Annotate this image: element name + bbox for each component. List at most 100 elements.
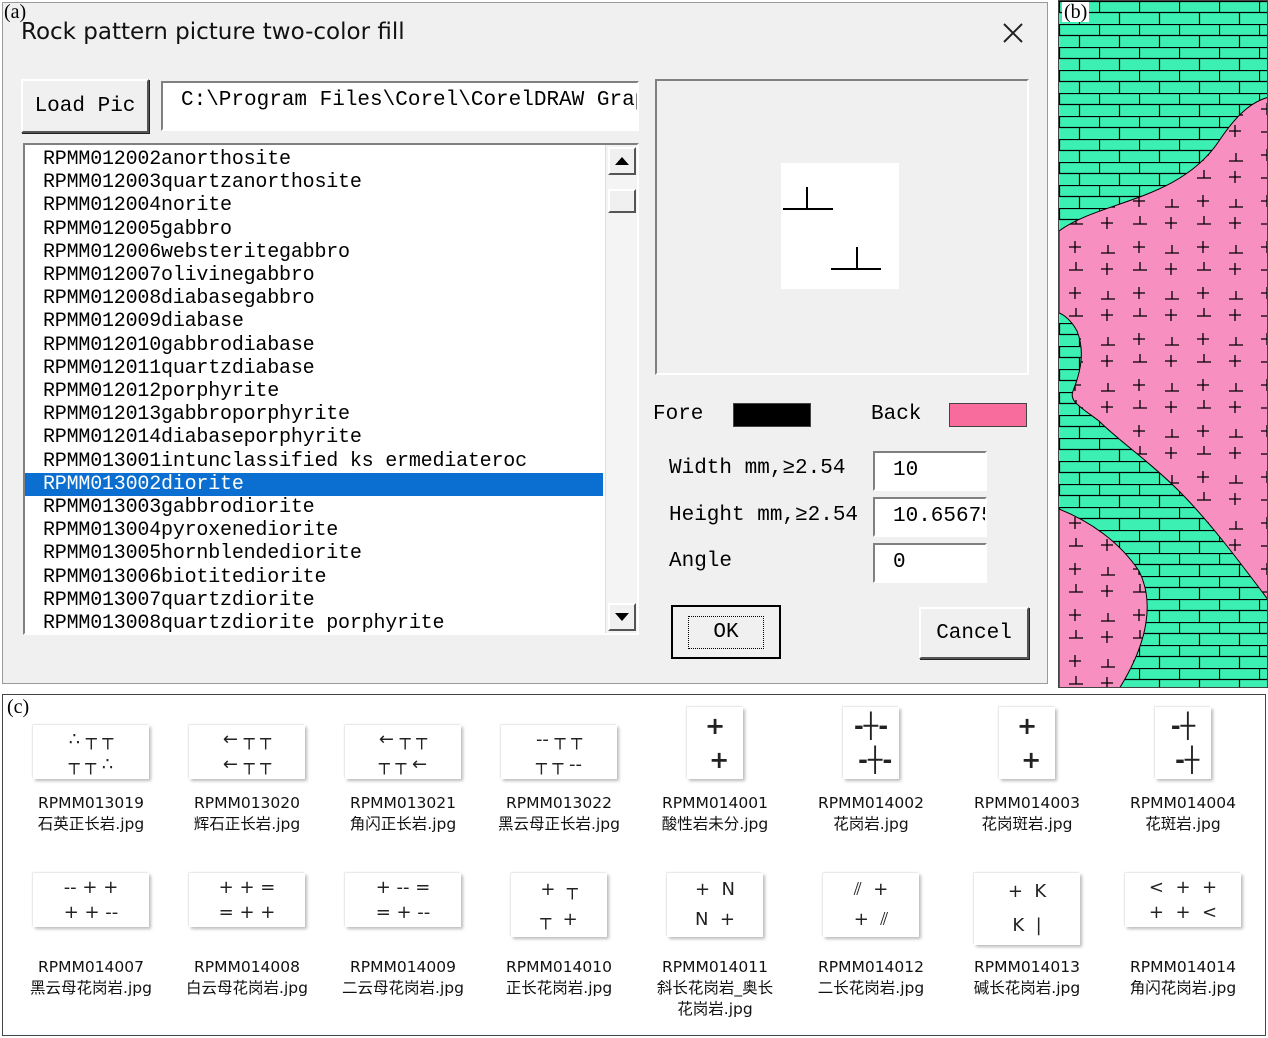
- back-label: Back: [871, 403, 922, 426]
- width-input[interactable]: 10: [873, 451, 987, 491]
- thumbnail-code: RPMM014014: [1129, 958, 1237, 976]
- pattern-thumbnail[interactable]: -- ┬ ┬ ┬ ┬ --: [501, 725, 617, 779]
- pattern-symbol-row: ∴ ┬ ┬: [68, 729, 114, 750]
- pattern-thumbnail[interactable]: < + + + + <: [1125, 873, 1241, 927]
- pattern-symbol-row: +: [1012, 746, 1042, 774]
- scroll-down-button[interactable]: [608, 603, 636, 631]
- back-color-swatch[interactable]: [949, 403, 1027, 427]
- pattern-symbol-row: + K: [1007, 881, 1047, 902]
- cancel-button[interactable]: Cancel: [919, 607, 1029, 659]
- pattern-thumbnail[interactable]: ⫽ + + ⫽: [823, 873, 919, 937]
- fore-label: Fore: [653, 403, 704, 426]
- list-item[interactable]: RPMM012011quartzdiabase: [25, 357, 603, 380]
- pattern-symbol-row: K |: [1012, 915, 1042, 936]
- list-item-selected[interactable]: RPMM013002diorite: [25, 472, 603, 496]
- pattern-preview: [655, 79, 1029, 375]
- thumbnail-caption: RPMM013020 辉石正长岩.jpg: [172, 793, 322, 835]
- pattern-thumbnail-gallery: (c) ∴ ┬ ┬ ┬ ┬ ∴ RPMM013019 石英正长岩.jpg ← ┬ ┬ ← …: [2, 694, 1266, 1036]
- list-item[interactable]: RPMM012009diabase: [25, 310, 603, 333]
- list-item[interactable]: RPMM012010gabbrodiabase: [25, 334, 603, 357]
- scroll-up-button[interactable]: [608, 147, 636, 175]
- pattern-symbol-row: -┼: [1170, 712, 1196, 740]
- thumbnail-filename: 石英正长岩.jpg: [37, 815, 145, 833]
- pattern-thumbnail[interactable]: + K K |: [974, 873, 1080, 945]
- pattern-symbol-row: ⫽ +: [853, 879, 889, 900]
- pattern-thumbnail[interactable]: -┼ -┼: [1155, 707, 1211, 779]
- list-item[interactable]: RPMM012007olivinegabbro: [25, 264, 603, 287]
- thumbnail-code: RPMM014011: [661, 958, 769, 976]
- list-scrollbar[interactable]: [605, 145, 637, 633]
- list-item[interactable]: RPMM012014diabaseporphyrite: [25, 426, 603, 449]
- thumbnail-filename: 角闪花岗岩.jpg: [1129, 979, 1237, 997]
- list-item[interactable]: RPMM012012porphyrite: [25, 380, 603, 403]
- list-item[interactable]: RPMM012008diabasegabbro: [25, 287, 603, 310]
- pattern-thumbnail[interactable]: ← ┬ ┬ ┬ ┬ ←: [345, 725, 461, 779]
- pattern-thumbnail[interactable]: -┼- -┼-: [843, 707, 899, 779]
- ok-button[interactable]: OK: [671, 605, 781, 659]
- width-value: 10: [893, 459, 919, 482]
- thumbnail-code: RPMM014010: [505, 958, 613, 976]
- close-icon: [1003, 23, 1023, 43]
- list-item[interactable]: RPMM013008quartzdiorite porphyrite: [25, 612, 603, 633]
- list-item[interactable]: RPMM012013gabbroporphyrite: [25, 403, 603, 426]
- load-pic-button[interactable]: Load Pic: [21, 79, 149, 133]
- list-item[interactable]: RPMM012002anorthosite: [25, 148, 603, 171]
- thumbnail-code: RPMM014009: [349, 958, 457, 976]
- list-item[interactable]: RPMM012006websteritegabbro: [25, 241, 603, 264]
- list-item[interactable]: RPMM013005hornblendediorite: [25, 542, 603, 565]
- list-item[interactable]: RPMM013004pyroxenediorite: [25, 519, 603, 542]
- thumbnail-caption: RPMM014010 正长花岗岩.jpg: [484, 957, 634, 999]
- thumbnail-caption: RPMM014003 花岗斑岩.jpg: [952, 793, 1102, 835]
- ok-label: OK: [688, 615, 764, 649]
- pattern-symbol-row: +: [704, 712, 726, 740]
- list-item[interactable]: RPMM012005gabbro: [25, 218, 603, 241]
- height-input[interactable]: 10.65675: [873, 497, 987, 537]
- rock-pattern-list[interactable]: RPMM012002anorthosite RPMM012003quartzano…: [23, 143, 639, 635]
- pattern-symbol-row: +: [700, 746, 730, 774]
- pattern-symbol-row: = + --: [375, 902, 431, 923]
- thumbnail-filename: 角闪正长岩.jpg: [349, 815, 457, 833]
- thumbnail-filename: 正长花岗岩.jpg: [505, 979, 613, 997]
- thumbnail-code: RPMM014007: [37, 958, 145, 976]
- pattern-symbol-row: -- + +: [63, 877, 119, 898]
- pattern-symbol-row: + + <: [1148, 902, 1218, 923]
- list-item[interactable]: RPMM013007quartzdiorite: [25, 589, 603, 612]
- list-item[interactable]: RPMM013003gabbrodiorite: [25, 496, 603, 519]
- scroll-thumb[interactable]: [608, 189, 636, 213]
- thumbnail-caption: RPMM014004 花斑岩.jpg: [1108, 793, 1258, 835]
- lithology-fill-map: [1058, 0, 1268, 688]
- thumbnail-caption: RPMM013022 黑云母正长岩.jpg: [484, 793, 634, 835]
- pattern-symbol-row: ┬ ┬ ∴: [68, 754, 114, 775]
- pattern-thumbnail[interactable]: ∴ ┬ ┬ ┬ ┬ ∴: [33, 725, 149, 779]
- pattern-thumbnail[interactable]: ← ┬ ┬ ← ┬ ┬: [189, 725, 305, 779]
- pattern-symbol-row: ┬ +: [540, 909, 578, 930]
- height-value: 10.65675: [893, 505, 987, 528]
- pattern-symbol-row: +: [1016, 712, 1038, 740]
- pattern-symbol-row: ┬ ┬ ←: [378, 754, 428, 775]
- file-path-value: C:\Program Files\Corel\CorelDRAW Graphi: [181, 89, 639, 112]
- thumbnail-code: RPMM014013: [973, 958, 1081, 976]
- pattern-thumbnail[interactable]: + ┬ ┬ +: [511, 873, 607, 937]
- pattern-thumbnail[interactable]: + + = = + +: [189, 873, 305, 927]
- fore-color-swatch[interactable]: [733, 403, 811, 427]
- fill-dialog: Rock pattern picture two-color fill Load…: [2, 2, 1048, 684]
- pattern-thumbnail[interactable]: + N N +: [667, 873, 763, 937]
- pattern-thumbnail[interactable]: + -- = = + --: [345, 873, 461, 927]
- panel-label-c: (c): [7, 696, 30, 718]
- angle-input[interactable]: 0: [873, 543, 987, 583]
- file-path-field[interactable]: C:\Program Files\Corel\CorelDRAW Graphi: [161, 81, 639, 131]
- pattern-symbol-row: ← ┬ ┬: [378, 729, 428, 750]
- thumbnail-filename: 碱长花岗岩.jpg: [973, 979, 1081, 997]
- pattern-thumbnail[interactable]: -- + + + + --: [33, 873, 149, 927]
- list-item[interactable]: RPMM012003quartzanorthosite: [25, 171, 603, 194]
- width-label: Width mm,≥2.54: [669, 457, 846, 480]
- pattern-thumbnail[interactable]: + +: [687, 707, 743, 779]
- list-item[interactable]: RPMM012004norite: [25, 194, 603, 217]
- thumbnail-code: RPMM013019: [37, 794, 145, 812]
- list-item[interactable]: RPMM013006biotitediorite: [25, 566, 603, 589]
- list-item[interactable]: RPMM013001intunclassified ks ermediatero…: [25, 450, 603, 473]
- close-button[interactable]: [991, 13, 1035, 53]
- thumbnail-code: RPMM014012: [817, 958, 925, 976]
- pattern-thumbnail[interactable]: + +: [999, 707, 1055, 779]
- thumbnail-filename: 花岗岩.jpg: [833, 815, 909, 833]
